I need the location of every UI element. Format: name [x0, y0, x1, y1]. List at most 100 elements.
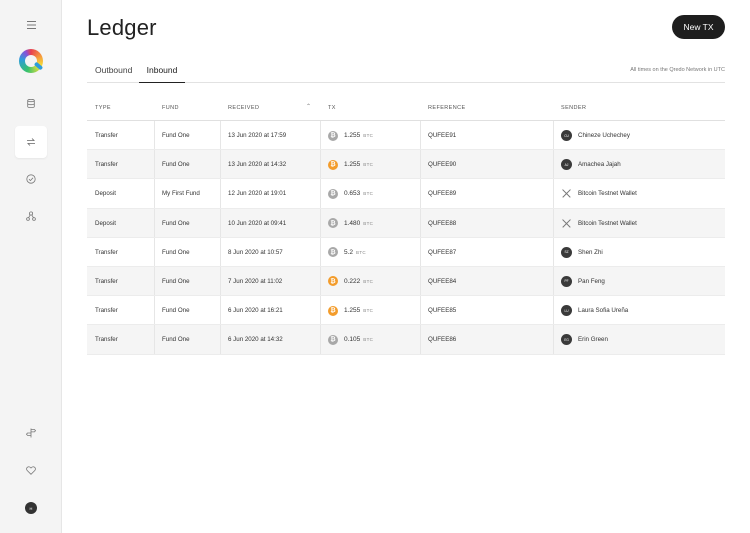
sender-name: Pan Feng: [578, 277, 605, 285]
new-tx-button[interactable]: New TX: [672, 15, 725, 39]
table-row[interactable]: Transfer Fund One 6 Jun 2020 at 16:21 ₿ 1.25…: [87, 296, 725, 326]
user-avatar[interactable]: H: [25, 502, 37, 514]
cell-sender: Bitcoin Testnet Wallet: [561, 179, 637, 208]
cell-tx: ₿ 1.255 BTC: [328, 121, 373, 150]
tab-outbound[interactable]: Outbound: [95, 60, 132, 83]
wallet-icon: [561, 188, 572, 199]
column-divider: [553, 179, 554, 208]
cell-received: 13 Jun 2020 at 17:59: [228, 132, 287, 139]
column-divider: [154, 179, 155, 208]
cell-sender: SZ Shen Zhi: [561, 238, 603, 267]
tab-inbound[interactable]: Inbound: [139, 60, 185, 83]
column-divider: [220, 237, 221, 266]
bitcoin-icon: ₿: [328, 130, 338, 141]
transfer-icon[interactable]: [15, 126, 47, 158]
column-divider: [553, 208, 554, 237]
column-divider: [420, 121, 421, 150]
tx-amount: 1.255: [344, 307, 361, 315]
sender-name: Shen Zhi: [578, 248, 603, 256]
network-icon[interactable]: [15, 200, 47, 232]
table-row[interactable]: Transfer Fund One 6 Jun 2020 at 14:32 ₿ 0.10…: [87, 325, 725, 355]
cell-tx: ₿ 1.255 BTC: [328, 150, 373, 179]
cell-received: 13 Jun 2020 at 14:32: [228, 161, 287, 169]
sender-avatar: CU: [561, 130, 572, 141]
sender-avatar: SZ: [561, 246, 572, 258]
check-circle-icon[interactable]: [15, 163, 47, 195]
menu-icon[interactable]: [15, 9, 47, 41]
sender-name: Chineze Uchechey: [578, 132, 630, 139]
column-divider: [420, 150, 421, 179]
table-row[interactable]: Transfer Fund One 13 Jun 2020 at 17:59 ₿ 1.2…: [87, 121, 725, 151]
database-icon[interactable]: [15, 87, 47, 119]
column-divider: [420, 179, 421, 208]
column-divider: [420, 237, 421, 266]
column-header-type[interactable]: TYPE: [95, 105, 111, 111]
table-row[interactable]: Deposit My First Fund 12 Jun 2020 at 19:01…: [87, 179, 725, 209]
cell-type: Transfer: [95, 277, 118, 285]
cell-fund: Fund One: [162, 132, 190, 139]
column-header-received[interactable]: RECEIVED: [228, 105, 259, 111]
column-divider: [154, 150, 155, 179]
signpost-icon[interactable]: [15, 417, 47, 449]
cell-sender: AJ Amachea Jajah: [561, 150, 621, 179]
cell-sender: LU Laura Sofia Ureña: [561, 296, 628, 325]
table-row[interactable]: Transfer Fund One 8 Jun 2020 at 10:57 ₿ 5.2 B…: [87, 237, 725, 267]
tx-amount: 5.2: [344, 248, 354, 256]
column-divider: [220, 296, 221, 325]
bitcoin-icon: ₿: [328, 218, 338, 229]
tx-amount: 0.222: [344, 277, 361, 285]
cell-reference: QUFEE91: [428, 132, 457, 139]
cell-received: 12 Jun 2020 at 19:01: [228, 190, 287, 198]
cell-sender: EG Erin Green: [561, 325, 608, 354]
cell-type: Transfer: [95, 132, 118, 139]
cell-tx: ₿ 5.2 BTC: [328, 238, 366, 267]
heart-icon[interactable]: [15, 454, 47, 486]
tx-amount: 1.255: [344, 161, 361, 169]
cell-fund: Fund One: [162, 161, 190, 169]
column-divider: [320, 179, 321, 208]
cell-sender: PF Pan Feng: [561, 267, 605, 296]
bitcoin-icon: ₿: [328, 276, 338, 287]
column-divider: [220, 179, 221, 208]
cell-reference: QUFEE85: [428, 307, 457, 315]
column-divider: [154, 296, 155, 325]
sender-name: Laura Sofia Ureña: [578, 307, 629, 315]
cell-type: Deposit: [95, 219, 116, 227]
column-divider: [320, 266, 321, 296]
cell-fund: Fund One: [162, 277, 190, 285]
table-row[interactable]: Transfer Fund One 7 Jun 2020 at 11:02 ₿ 0.22…: [87, 266, 725, 297]
bitcoin-icon: ₿: [328, 305, 338, 316]
bitcoin-icon: ₿: [328, 334, 338, 345]
tx-unit: BTC: [363, 191, 374, 197]
sender-name: Erin Green: [578, 336, 608, 344]
column-divider: [420, 266, 421, 296]
column-header-tx[interactable]: TX: [328, 105, 336, 111]
column-divider: [220, 325, 221, 354]
column-header-reference[interactable]: REFERENCE: [428, 105, 466, 111]
column-divider: [553, 237, 554, 266]
column-divider: [553, 325, 554, 354]
column-header-sender[interactable]: SENDER: [561, 105, 586, 111]
cell-received: 6 Jun 2020 at 16:21: [228, 307, 283, 315]
sender-avatar: LU: [561, 305, 572, 317]
cell-tx: ₿ 0.653 BTC: [328, 179, 373, 208]
cell-fund: My First Fund: [162, 190, 200, 198]
sender-name: Bitcoin Testnet Wallet: [578, 190, 637, 198]
table-row[interactable]: Transfer Fund One 13 Jun 2020 at 14:32 ₿ 1.2…: [87, 150, 725, 180]
cell-received: 7 Jun 2020 at 11:02: [228, 277, 283, 285]
bitcoin-icon: ₿: [328, 247, 338, 258]
column-divider: [320, 208, 321, 237]
cell-reference: QUFEE84: [428, 277, 457, 285]
table-row[interactable]: Deposit Fund One 10 Jun 2020 at 09:41 ₿ 1.48…: [87, 208, 725, 238]
tx-amount: 1.255: [344, 132, 361, 139]
sort-ascending-icon[interactable]: ⌃: [306, 103, 311, 110]
column-divider: [220, 121, 221, 150]
cell-type: Transfer: [95, 248, 118, 256]
tx-unit: BTC: [363, 308, 374, 314]
sender-avatar: EG: [561, 334, 572, 346]
cell-reference: QUFEE87: [428, 248, 457, 256]
cell-sender: Bitcoin Testnet Wallet: [561, 209, 637, 238]
column-header-fund[interactable]: FUND: [162, 105, 179, 111]
cell-type: Deposit: [95, 190, 116, 198]
column-divider: [320, 121, 321, 150]
